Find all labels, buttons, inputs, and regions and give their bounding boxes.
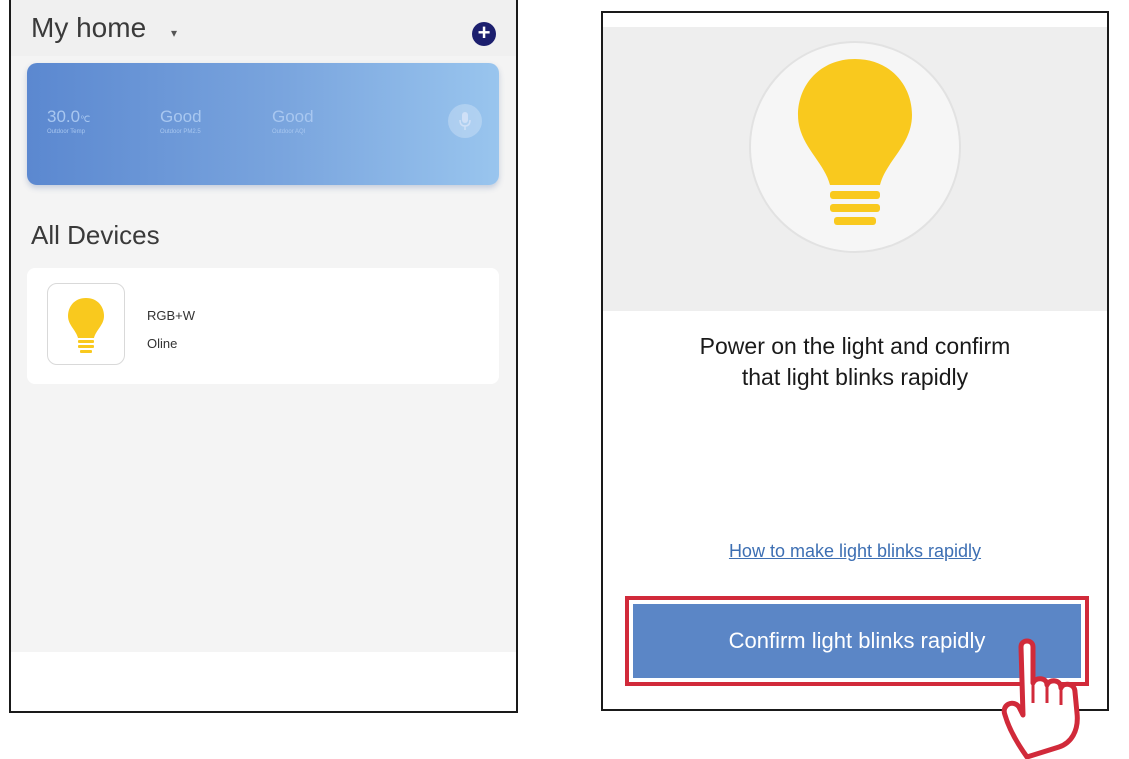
weather-temp-value: 30.0 xyxy=(47,107,81,126)
voice-button[interactable] xyxy=(448,104,482,138)
help-link[interactable]: How to make light blinks rapidly xyxy=(603,541,1107,562)
instruction-text: Power on the light and confirm that ligh… xyxy=(633,331,1077,393)
weather-temp: 30.0℃ Outdoor Temp xyxy=(47,107,90,135)
weather-aqi-label: Outdoor AQI xyxy=(272,129,306,135)
pairing-screen: Power on the light and confirm that ligh… xyxy=(601,11,1109,759)
pointing-hand-icon xyxy=(1001,638,1080,759)
microphone-icon xyxy=(459,112,471,130)
weather-temp-label: Outdoor Temp xyxy=(47,129,85,135)
weather-temp-unit: ℃ xyxy=(80,114,91,124)
weather-aqi: Good Outdoor AQI xyxy=(272,107,314,135)
weather-pm25-label: Outdoor PM2.5 xyxy=(160,129,201,135)
device-card[interactable]: RGB+W Oline xyxy=(27,268,499,384)
weather-pm25: Good Outdoor PM2.5 xyxy=(160,107,202,135)
weather-pm25-value: Good xyxy=(160,107,202,126)
plus-icon: + xyxy=(477,20,491,45)
weather-card: 30.0℃ Outdoor Temp Good Outdoor PM2.5 Go… xyxy=(27,63,499,185)
light-bulb-icon xyxy=(68,298,104,353)
home-screen: My home ▾ + 30.0℃ Outdoor Temp Good Outd… xyxy=(9,0,518,713)
devices-title: All Devices xyxy=(31,220,160,250)
instruction-line-2: that light blinks rapidly xyxy=(741,364,969,390)
home-title[interactable]: My home xyxy=(31,12,146,44)
device-name: RGB+W xyxy=(147,308,196,323)
add-device-button[interactable]: + xyxy=(472,22,496,46)
device-status: Oline xyxy=(147,336,178,351)
instruction-line-1: Power on the light and confirm xyxy=(699,333,1011,359)
bulb-illustration xyxy=(749,41,961,253)
light-bulb-icon xyxy=(798,59,912,225)
chevron-down-icon[interactable]: ▾ xyxy=(171,26,177,40)
hero-area xyxy=(603,27,1107,311)
device-icon-frame xyxy=(47,283,125,365)
home-header: My home ▾ + xyxy=(11,0,516,56)
weather-aqi-value: Good xyxy=(272,107,314,126)
